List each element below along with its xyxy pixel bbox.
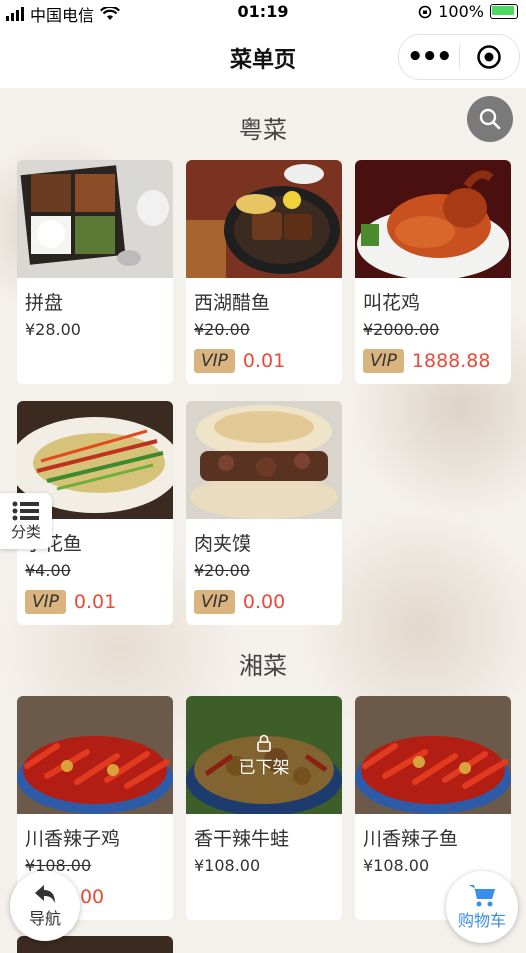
vip-badge: VIP (194, 590, 235, 614)
nav-bar: 菜单页 ••• (0, 24, 526, 88)
dish-image: 已下架 (186, 696, 342, 814)
dish-name: 川香辣子鸡 (25, 828, 121, 850)
vip-price-row: VIP 0.00 (194, 590, 285, 614)
section-title-xiang: 湘菜 (239, 652, 287, 680)
dish-name: 香干辣牛蛙 (194, 828, 290, 850)
dish-name: 川香辣子鱼 (363, 828, 459, 850)
dish-card[interactable]: 拼盘 ¥28.00 (17, 160, 173, 384)
vip-price: 0.00 (242, 591, 286, 613)
menu-content: 粤菜 拼盘 ¥28.00 西湖醋鱼 ¥20.00 VIP 0.01 叫花鸡 ¥2… (0, 88, 526, 953)
vip-price: 1888.88 (411, 350, 491, 372)
dish-price: ¥28.00 (25, 320, 81, 339)
dish-price: ¥108.00 (194, 856, 261, 875)
vip-price: 0.01 (73, 591, 117, 613)
vip-badge: VIP (25, 590, 66, 614)
dish-image (17, 696, 173, 814)
lock-icon (257, 734, 271, 752)
dish-name: 西湖醋鱼 (194, 292, 271, 314)
cart-button[interactable]: 购物车 (446, 871, 518, 943)
dish-original-price: ¥20.00 (194, 561, 250, 580)
dish-name: 肉夹馍 (194, 533, 252, 555)
dish-image (17, 160, 173, 278)
off-shelf-label: 已下架 (238, 757, 290, 778)
orientation-lock-icon (418, 5, 432, 18)
dish-image (186, 401, 342, 519)
target-icon[interactable] (460, 44, 520, 70)
dish-card[interactable]: 叫花鸡 ¥2000.00 VIP 1888.88 (355, 160, 511, 384)
dish-original-price: ¥2000.00 (363, 320, 440, 339)
dish-card[interactable]: 已下架 香干辣牛蛙 ¥108.00 (186, 696, 342, 920)
dish-image (355, 696, 511, 814)
dish-original-price: ¥20.00 (194, 320, 250, 339)
category-label: 分类 (10, 522, 41, 541)
vip-price-row: VIP 0.01 (25, 590, 116, 614)
navigate-button[interactable]: 导航 (10, 871, 80, 941)
off-shelf-overlay: 已下架 (186, 696, 342, 814)
dish-price: ¥108.00 (363, 856, 430, 875)
dish-name: 拼盘 (25, 292, 64, 314)
dish-original-price: ¥4.00 (25, 561, 71, 580)
vip-badge: VIP (194, 349, 235, 373)
cart-label: 购物车 (457, 911, 506, 930)
battery-percent: 100% (438, 2, 484, 21)
list-icon (12, 501, 39, 520)
dish-card[interactable]: 肉夹馍 ¥20.00 VIP 0.00 (186, 401, 342, 625)
dish-card[interactable]: 西湖醋鱼 ¥20.00 VIP 0.01 (186, 160, 342, 384)
dish-image (186, 160, 342, 278)
vip-price-row: VIP 0.01 (194, 349, 285, 373)
dish-image (355, 160, 511, 278)
vip-price: 0.01 (242, 350, 286, 372)
status-bar: 中国电信 01:19 100% (0, 0, 526, 25)
battery-icon (490, 4, 518, 19)
mini-program-capsule: ••• (398, 34, 520, 80)
category-button[interactable]: 分类 (0, 493, 52, 549)
vip-price-row: VIP 1888.88 (363, 349, 490, 373)
search-icon (479, 108, 501, 130)
back-arrow-icon (35, 885, 55, 903)
vip-badge: VIP (363, 349, 404, 373)
cart-icon (469, 885, 495, 907)
dish-name: 叫花鸡 (363, 292, 421, 314)
search-button[interactable] (467, 96, 513, 142)
navigate-label: 导航 (28, 909, 61, 928)
more-dots-icon[interactable]: ••• (399, 44, 459, 70)
section-title-yue: 粤菜 (239, 116, 287, 144)
